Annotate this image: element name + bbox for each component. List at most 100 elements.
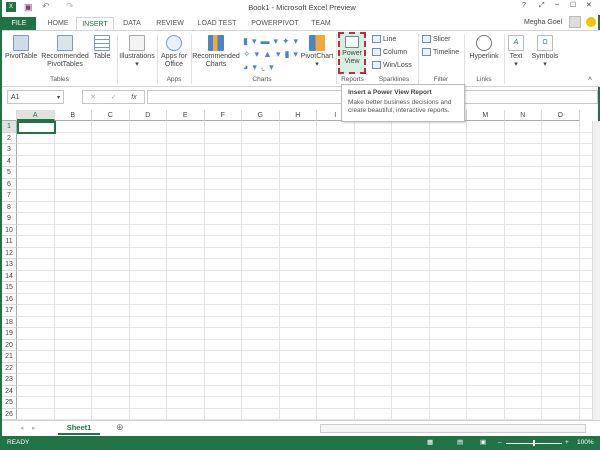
column-header-G[interactable]: G: [242, 110, 280, 121]
row-header-16[interactable]: 16: [2, 293, 17, 305]
reports-group-label: Reports: [341, 76, 364, 83]
row-header-9[interactable]: 9: [2, 213, 17, 225]
tab-powerpivot[interactable]: POWERPIVOT: [248, 17, 302, 31]
column-header-B[interactable]: B: [54, 110, 92, 121]
tooltip-body: Make better business decisions and creat…: [348, 99, 452, 114]
avatar[interactable]: [569, 16, 581, 28]
tab-insert[interactable]: INSERT: [76, 17, 114, 31]
zoom-in-icon[interactable]: +: [565, 436, 569, 450]
row-header-15[interactable]: 15: [2, 282, 17, 294]
column-header-N[interactable]: N: [504, 110, 542, 121]
row-header-14[interactable]: 14: [2, 270, 17, 282]
row-header-10[interactable]: 10: [2, 224, 17, 236]
zoom-level[interactable]: 100%: [577, 436, 594, 450]
row-header-24[interactable]: 24: [2, 385, 17, 397]
recommended-charts-label: Recommended Charts: [192, 53, 240, 68]
column-header-A[interactable]: A: [17, 110, 55, 121]
pivotchart-button[interactable]: PivotChart ▾: [300, 35, 334, 69]
active-cell-A1[interactable]: [17, 121, 56, 134]
column-header-D[interactable]: D: [129, 110, 167, 121]
zoom-out-icon[interactable]: –: [498, 436, 502, 450]
tab-review[interactable]: REVIEW: [152, 17, 188, 31]
row-header-5[interactable]: 5: [2, 167, 17, 179]
enter-icon[interactable]: ✓: [111, 93, 117, 101]
zoom-slider-thumb[interactable]: [533, 440, 535, 446]
column-header-M[interactable]: M: [467, 110, 505, 121]
ribbon-display-icon[interactable]: ⤢: [539, 2, 545, 10]
tab-home[interactable]: HOME: [40, 17, 76, 31]
row-header-6[interactable]: 6: [2, 178, 17, 190]
smiley-feedback-icon[interactable]: [586, 17, 596, 27]
chart-type-buttons[interactable]: ▮▾▬▾✦▾ ✧▾▲▾▮▾ ◕▾⌞▾: [243, 35, 302, 74]
column-header-E[interactable]: E: [167, 110, 205, 121]
row-header-11[interactable]: 11: [2, 236, 17, 248]
new-sheet-icon[interactable]: ⊕: [116, 422, 124, 433]
slicer-button[interactable]: Slicer: [422, 35, 451, 43]
worksheet-grid[interactable]: ABCDEFGHIJKLMNO1234567891011121314151617…: [2, 110, 592, 420]
row-header-2[interactable]: 2: [2, 132, 17, 144]
vertical-scrollbar[interactable]: [592, 121, 600, 421]
tab-load-test[interactable]: LOAD TEST: [192, 17, 242, 31]
row-header-20[interactable]: 20: [2, 339, 17, 351]
row-header-25[interactable]: 25: [2, 397, 17, 409]
timeline-button[interactable]: Timeline: [422, 48, 459, 56]
sparkline-column-button[interactable]: Column: [372, 48, 407, 56]
row-header-12[interactable]: 12: [2, 247, 17, 259]
row-header-23[interactable]: 23: [2, 374, 17, 386]
cancel-icon[interactable]: ✕: [90, 93, 96, 101]
tab-file[interactable]: FILE: [2, 17, 36, 31]
row-header-17[interactable]: 17: [2, 305, 17, 317]
recommended-charts-icon: [208, 35, 224, 51]
row-header-3[interactable]: 3: [2, 144, 17, 156]
tooltip-title: Insert a Power View Report: [348, 89, 432, 96]
next-sheet-icon[interactable]: ▸: [32, 424, 36, 432]
symbols-button[interactable]: Ω Symbols ▾: [530, 35, 560, 69]
normal-view-icon[interactable]: ▦: [427, 436, 433, 450]
charts-group-label: Charts: [252, 76, 272, 83]
insert-function-icon[interactable]: fx: [131, 94, 136, 101]
row-header-13[interactable]: 13: [2, 259, 17, 271]
row-header-18[interactable]: 18: [2, 316, 17, 328]
row-header-19[interactable]: 19: [2, 328, 17, 340]
name-box[interactable]: A1 ▾: [7, 90, 64, 104]
row-header-4[interactable]: 4: [2, 155, 17, 167]
row-header-21[interactable]: 21: [2, 351, 17, 363]
horizontal-scrollbar[interactable]: [320, 424, 586, 433]
text-button[interactable]: A Text ▾: [506, 35, 526, 69]
table-button[interactable]: Table: [92, 35, 112, 61]
maximize-icon[interactable]: ☐: [570, 1, 576, 9]
apps-for-office-button[interactable]: Apps for Office: [158, 35, 190, 69]
hyperlink-label: Hyperlink: [469, 53, 499, 60]
page-break-icon[interactable]: ▣: [480, 436, 486, 450]
recommended-charts-button[interactable]: Recommended Charts: [192, 35, 240, 69]
row-header-8[interactable]: 8: [2, 201, 17, 213]
help-icon[interactable]: ?: [522, 2, 526, 9]
power-view-button[interactable]: Power View: [338, 32, 366, 74]
hyperlink-button[interactable]: Hyperlink: [466, 35, 502, 61]
sparkline-winloss-button[interactable]: Win/Loss: [372, 61, 412, 69]
prev-sheet-icon[interactable]: ◂: [20, 424, 24, 432]
illustrations-button[interactable]: Illustrations ▾: [118, 35, 156, 69]
tab-team[interactable]: TEAM: [306, 17, 336, 31]
column-header-C[interactable]: C: [92, 110, 130, 121]
page-layout-icon[interactable]: ▤: [457, 436, 463, 450]
close-icon[interactable]: ✕: [586, 1, 592, 9]
column-header-F[interactable]: F: [204, 110, 242, 121]
tab-data[interactable]: DATA: [116, 17, 148, 31]
sheet-tab-sheet1[interactable]: Sheet1: [58, 421, 100, 435]
row-header-26[interactable]: 26: [2, 408, 17, 420]
recommended-pivottables-button[interactable]: Recommended PivotTables: [40, 35, 90, 69]
collapse-ribbon-icon[interactable]: ˄: [588, 76, 592, 83]
omega-icon: Ω: [537, 35, 553, 51]
sparkline-line-button[interactable]: Line: [372, 35, 396, 43]
user-name[interactable]: Megha Goel: [524, 19, 562, 26]
status-text: READY: [7, 439, 30, 446]
column-header-O[interactable]: O: [542, 110, 580, 121]
column-header-H[interactable]: H: [279, 110, 317, 121]
pivottable-button[interactable]: PivotTable: [5, 35, 37, 61]
minimize-icon[interactable]: –: [555, 1, 559, 8]
row-header-1[interactable]: 1: [2, 121, 17, 133]
row-header-22[interactable]: 22: [2, 362, 17, 374]
select-all-corner[interactable]: [2, 110, 17, 121]
row-header-7[interactable]: 7: [2, 190, 17, 202]
